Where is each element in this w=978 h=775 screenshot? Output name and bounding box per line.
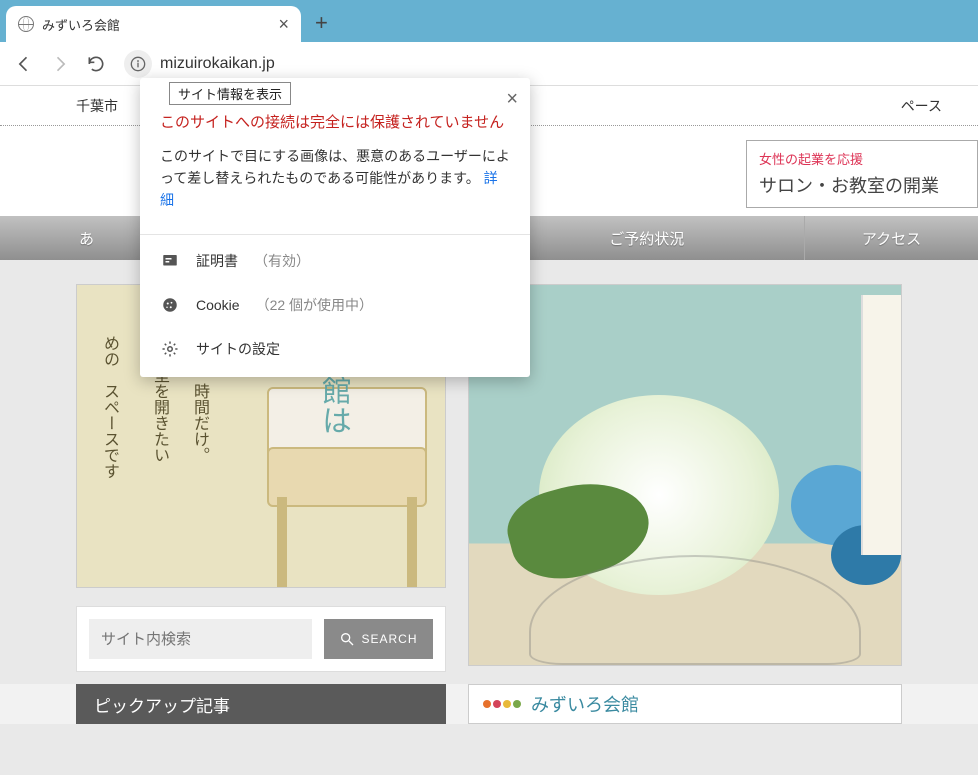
right-section: みずいろ会館 (468, 684, 902, 724)
search-button-label: SEARCH (361, 632, 417, 646)
hero-vt4: めの スペースです (97, 335, 121, 479)
banner-line2: サロン・お教室の開業 (759, 172, 965, 198)
popup-description: このサイトで目にする画像は、悪意のあるユーザーによって差し替えられたものである可… (160, 145, 510, 212)
address-bar[interactable]: mizuirokaikan.jp (120, 48, 966, 80)
globe-icon (18, 16, 34, 32)
flower-dots-icon (483, 700, 521, 708)
reload-button[interactable] (84, 52, 108, 76)
cookie-status: （22 個が使用中） (256, 295, 373, 315)
right-heading-text: みずいろ会館 (531, 691, 639, 717)
certificate-icon (160, 251, 180, 271)
popup-close-button[interactable]: × (506, 88, 518, 111)
nav-item-access[interactable]: アクセス (805, 216, 978, 260)
settings-label: サイトの設定 (196, 339, 280, 359)
popup-row-site-settings[interactable]: サイトの設定 (140, 327, 530, 371)
cert-status: （有効） (254, 251, 310, 271)
search-button[interactable]: SEARCH (324, 619, 433, 659)
cookie-icon (160, 295, 180, 315)
site-info-tooltip: サイト情報を表示 (169, 82, 291, 105)
back-button[interactable] (12, 52, 36, 76)
url-text: mizuirokaikan.jp (160, 55, 275, 73)
hero-image-right (468, 284, 902, 666)
popup-description-text: このサイトで目にする画像は、悪意のあるユーザーによって差し替えられたものである可… (160, 148, 510, 186)
site-info-button[interactable] (124, 50, 152, 78)
popup-row-certificate[interactable]: 証明書 （有効） (140, 239, 530, 283)
hero-right (468, 284, 902, 672)
search-input[interactable] (89, 619, 312, 659)
browser-tab[interactable]: みずいろ会館 × (6, 6, 301, 42)
breadcrumb-right: ペース (901, 96, 942, 116)
forward-button[interactable] (48, 52, 72, 76)
close-tab-icon[interactable]: × (278, 15, 289, 33)
popup-warning: このサイトへの接続は完全には保護されていません (160, 112, 510, 135)
tab-title: みずいろ会館 (42, 15, 270, 34)
lower-sections: ピックアップ記事 みずいろ会館 (0, 684, 978, 724)
tab-strip: みずいろ会館 × + (0, 0, 978, 42)
right-heading-bar: みずいろ会館 (468, 684, 902, 724)
promo-banner[interactable]: 女性の起業を応援 サロン・お教室の開業 (746, 140, 978, 208)
cookie-label: Cookie (196, 297, 240, 313)
banner-line1: 女性の起業を応援 (759, 149, 965, 168)
search-icon (339, 631, 355, 647)
popup-divider (140, 234, 530, 235)
cert-label: 証明書 (196, 251, 238, 271)
breadcrumb-left: 千葉市 (76, 96, 118, 116)
pickup-heading: ピックアップ記事 (76, 684, 446, 724)
search-row: SEARCH (76, 606, 446, 672)
popup-row-cookies[interactable]: Cookie （22 個が使用中） (140, 283, 530, 327)
gear-icon (160, 339, 180, 359)
site-info-popup: × このサイトへの接続は完全には保護されていません このサイトで目にする画像は、… (140, 78, 530, 377)
nav-item-reservations[interactable]: ご予約状況 (490, 216, 806, 260)
new-tab-button[interactable]: + (315, 10, 328, 36)
pickup-section: ピックアップ記事 (76, 684, 446, 724)
